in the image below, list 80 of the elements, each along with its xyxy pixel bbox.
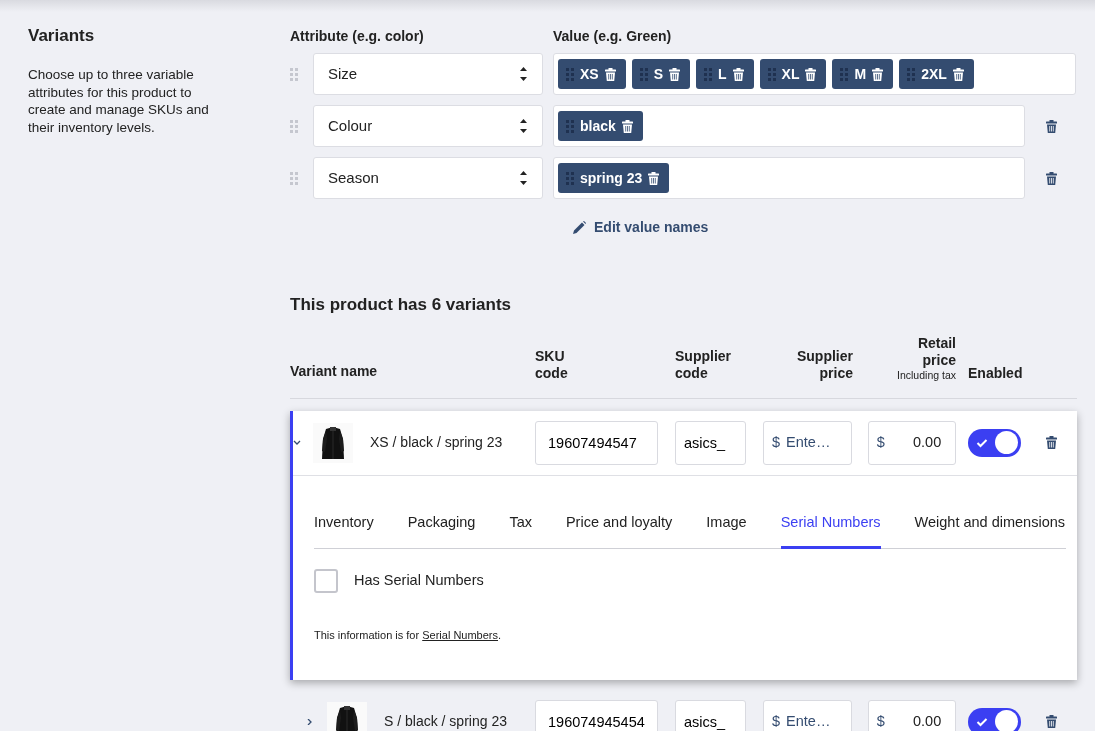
- check-icon: [976, 437, 989, 448]
- drag-handle-icon[interactable]: [566, 119, 574, 133]
- value-tag[interactable]: black: [558, 111, 643, 141]
- trash-icon[interactable]: [1045, 436, 1057, 450]
- drag-handle-icon[interactable]: [290, 68, 298, 82]
- trash-icon[interactable]: [621, 119, 633, 133]
- trash-icon[interactable]: [872, 67, 884, 81]
- value-tag[interactable]: S: [631, 59, 691, 89]
- value-tag[interactable]: M: [832, 59, 894, 89]
- edit-link[interactable]: Edit value names: [573, 217, 709, 238]
- column-header: Supplier price: [796, 348, 853, 382]
- value-tag[interactable]: XS: [558, 59, 626, 89]
- drag-handle-icon[interactable]: [767, 67, 776, 81]
- tab[interactable]: Inventory: [314, 497, 374, 550]
- column-header: Enabled: [968, 364, 1024, 382]
- check-icon: [976, 716, 989, 727]
- value-tag[interactable]: XL: [759, 59, 827, 89]
- supplier-code-field[interactable]: asics_: [675, 699, 746, 731]
- column-header: Retail price: [916, 335, 956, 369]
- drag-handle-icon[interactable]: [290, 172, 298, 186]
- sku-field[interactable]: 19607494547: [535, 420, 658, 465]
- checkbox-label: Has Serial Numbers: [354, 571, 484, 591]
- tab[interactable]: Weight and dimensions: [914, 497, 1066, 550]
- value-field[interactable]: black: [553, 105, 1025, 147]
- value-field[interactable]: XS S L XL M 2XL: [553, 53, 1076, 95]
- tab[interactable]: Packaging: [407, 497, 476, 550]
- tab[interactable]: Tax: [509, 497, 532, 550]
- variant-name: XS / black / spring 23: [370, 433, 503, 453]
- trash-icon[interactable]: [732, 67, 744, 81]
- column-header: Supplier code: [675, 348, 732, 382]
- trash-icon[interactable]: [1045, 171, 1057, 185]
- column-header: Attribute (e.g. color): [290, 27, 425, 46]
- supplier-code-field[interactable]: asics_: [675, 420, 746, 465]
- sort-arrows-icon: [519, 116, 528, 136]
- column-header: Value (e.g. Green): [553, 27, 672, 46]
- link[interactable]: Serial Numbers: [422, 629, 498, 642]
- retail-price-field[interactable]: $ 0.00: [867, 420, 957, 465]
- chevron-icon[interactable]: [293, 439, 301, 446]
- trash-icon[interactable]: [952, 67, 964, 81]
- drag-handle-icon[interactable]: [566, 67, 574, 81]
- tab[interactable]: Serial Numbers: [780, 497, 881, 550]
- drag-handle-icon[interactable]: [639, 67, 648, 81]
- trash-icon[interactable]: [669, 67, 681, 81]
- trash-icon[interactable]: [1045, 715, 1057, 729]
- trash-icon[interactable]: [648, 171, 660, 185]
- value-field[interactable]: spring 23: [553, 157, 1025, 199]
- attribute-select[interactable]: Size: [313, 53, 543, 95]
- value-tag[interactable]: L: [696, 59, 754, 89]
- section-description: Choose up to three variable attributes for this product to create and manage SKUs and their inventory levels.: [28, 66, 210, 137]
- trash-icon[interactable]: [805, 67, 817, 81]
- drag-handle-icon[interactable]: [704, 67, 713, 81]
- toggle-switch[interactable]: [968, 707, 1021, 731]
- sku-field[interactable]: 196074945454: [535, 699, 658, 731]
- column-note: Including tax: [896, 369, 956, 382]
- toggle-switch[interactable]: [968, 428, 1021, 457]
- drag-handle-icon[interactable]: [907, 67, 916, 81]
- value-tag[interactable]: spring 23: [558, 163, 670, 193]
- attribute-select[interactable]: Season: [313, 157, 543, 199]
- value-tag[interactable]: 2XL: [899, 59, 974, 89]
- supplier-price-field[interactable]: $ Ente…: [763, 699, 852, 731]
- info-text: This information is for Serial Numbers.: [314, 628, 503, 644]
- sort-arrows-icon: [519, 168, 528, 188]
- drag-handle-icon[interactable]: [290, 120, 298, 134]
- attribute-select[interactable]: Colour: [313, 105, 543, 147]
- retail-price-field[interactable]: $ 0.00: [867, 699, 957, 731]
- column-header: SKU code: [535, 348, 569, 382]
- section-heading: This product has 6 variants: [290, 295, 513, 316]
- supplier-price-field[interactable]: $ Ente…: [763, 420, 852, 465]
- tab[interactable]: Image: [706, 497, 747, 550]
- drag-handle-icon[interactable]: [840, 67, 849, 81]
- trash-icon[interactable]: [1045, 119, 1057, 133]
- column-header: Variant name: [290, 362, 379, 380]
- checkbox[interactable]: [314, 569, 338, 594]
- drag-handle-icon[interactable]: [566, 171, 574, 185]
- variant-name: S / black / spring 23: [384, 712, 507, 731]
- sort-arrows-icon: [519, 64, 528, 84]
- tab[interactable]: Price and loyalty: [565, 497, 673, 550]
- section-title: Variants: [28, 26, 96, 47]
- pencil-icon: [573, 221, 586, 234]
- trash-icon[interactable]: [604, 67, 616, 81]
